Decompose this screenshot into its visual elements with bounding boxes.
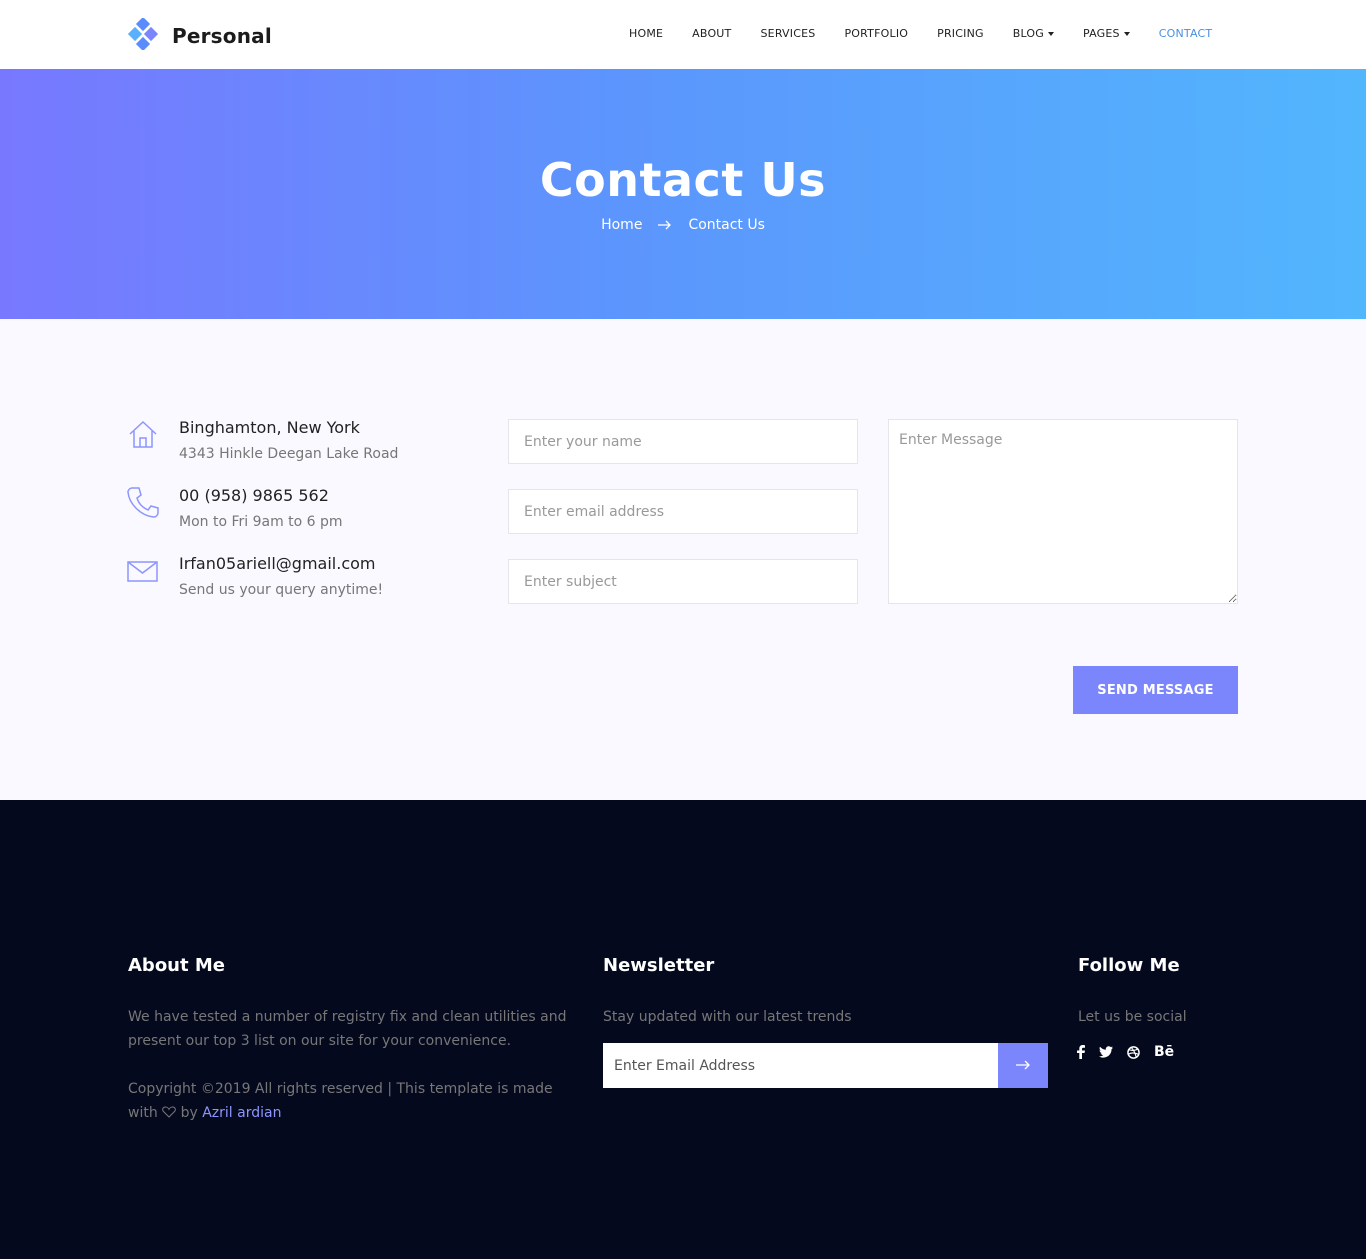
newsletter-text: Stay updated with our latest trends [603,1009,852,1025]
about-heading: About Me [128,955,225,976]
main-nav: HOME ABOUT SERVICES PORTFOLIO PRICING BL… [629,27,1212,40]
diamond-cluster-logo-icon [127,16,159,54]
heart-icon [162,1102,176,1126]
email-input[interactable] [508,489,858,534]
nav-pricing[interactable]: PRICING [937,27,984,40]
arrow-right-icon [658,220,672,230]
social-links: Bē [1077,1044,1188,1060]
phone-icon [127,486,159,518]
email-note: Send us your query anytime! [179,582,384,598]
home-icon [127,418,159,450]
phone-number: 00 (958) 9865 562 [179,486,329,505]
newsletter-submit-button[interactable] [998,1043,1048,1088]
page-banner: Contact Us Home Contact Us [0,69,1366,319]
nav-contact[interactable]: CONTACT [1159,27,1213,40]
behance-icon[interactable]: Bē [1154,1044,1174,1060]
caret-down-icon [1048,31,1054,36]
send-message-button[interactable]: SEND MESSAGE [1073,666,1238,714]
address-street: 4343 Hinkle Deegan Lake Road [179,446,399,462]
message-textarea[interactable] [888,419,1238,604]
follow-heading: Follow Me [1078,955,1180,976]
site-footer: About Me We have tested a number of regi… [0,800,1366,1259]
dribbble-icon[interactable] [1127,1045,1140,1059]
phone-hours: Mon to Fri 9am to 6 pm [179,514,343,530]
breadcrumb: Home Contact Us [0,217,1366,233]
author-link[interactable]: Azril ardian [202,1105,281,1121]
copyright-by: by [180,1105,198,1121]
top-navbar: Personal HOME ABOUT SERVICES PORTFOLIO P… [0,0,1366,69]
arrow-right-icon [1015,1058,1031,1073]
facebook-icon[interactable] [1077,1045,1085,1059]
copyright-text: Copyright ©2019 All rights reserved | Th… [128,1077,578,1126]
twitter-icon[interactable] [1099,1046,1113,1058]
nav-pages-label: PAGES [1083,27,1120,40]
contact-info-address: Binghamton, New York 4343 Hinkle Deegan … [127,418,487,478]
email-address: Irfan05ariell@gmail.com [179,554,376,573]
envelope-icon [127,554,159,586]
contact-info-phone: 00 (958) 9865 562 Mon to Fri 9am to 6 pm [127,486,487,546]
address-city: Binghamton, New York [179,418,360,437]
nav-portfolio[interactable]: PORTFOLIO [844,27,908,40]
about-text: We have tested a number of registry fix … [128,1009,567,1049]
nav-blog-dropdown[interactable]: BLOG [1013,27,1054,40]
nav-services[interactable]: SERVICES [760,27,815,40]
name-input[interactable] [508,419,858,464]
follow-text: Let us be social [1078,1009,1187,1025]
page-title: Contact Us [539,153,827,207]
nav-home[interactable]: HOME [629,27,663,40]
newsletter-heading: Newsletter [603,955,715,976]
subject-input[interactable] [508,559,858,604]
breadcrumb-home-link[interactable]: Home [601,217,642,233]
breadcrumb-current-link[interactable]: Contact Us [688,217,764,233]
brand-name: Personal [172,24,272,48]
brand[interactable]: Personal [127,16,272,54]
contact-info-email: Irfan05ariell@gmail.com Send us your que… [127,554,487,614]
nav-pages-dropdown[interactable]: PAGES [1083,27,1130,40]
newsletter-email-input[interactable] [603,1043,998,1088]
caret-down-icon [1123,31,1130,36]
nav-about[interactable]: ABOUT [692,27,731,40]
nav-blog-label: BLOG [1012,27,1044,40]
